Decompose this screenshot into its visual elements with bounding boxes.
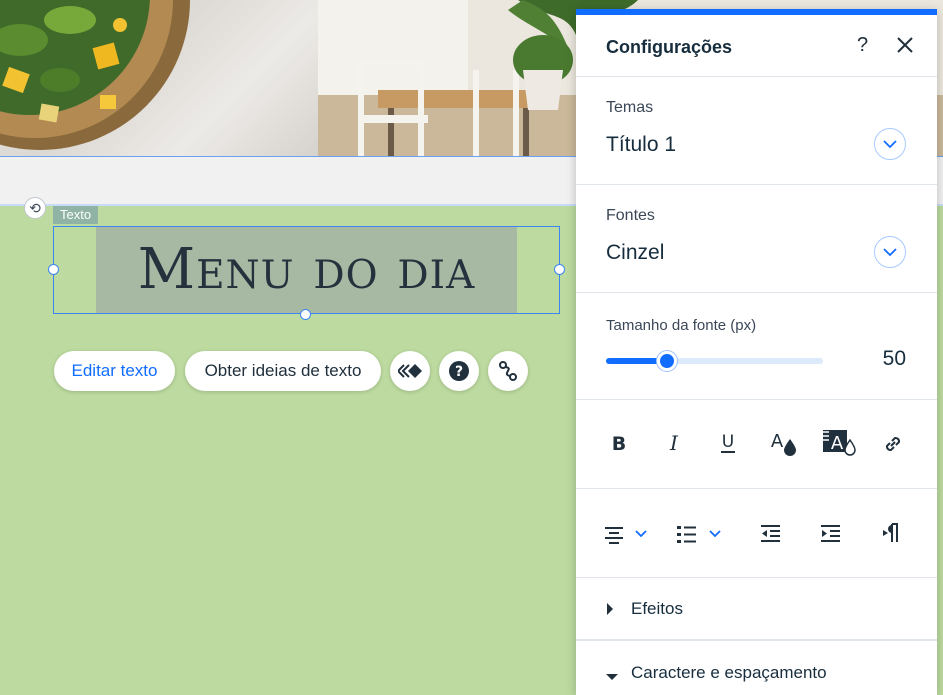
italic-icon[interactable]: I bbox=[664, 433, 684, 453]
animation-icon bbox=[398, 364, 422, 378]
increase-indent-icon[interactable] bbox=[820, 523, 842, 545]
text-direction-icon[interactable] bbox=[881, 522, 903, 544]
list-icon[interactable] bbox=[676, 523, 724, 545]
settings-panel: Configurações ? Temas Título 1 Fontes Ci… bbox=[576, 9, 937, 695]
animation-button[interactable] bbox=[390, 351, 430, 391]
panel-title: Configurações bbox=[606, 37, 733, 57]
themes-label: Temas bbox=[606, 99, 654, 116]
fonts-dropdown-value[interactable]: Cinzel bbox=[606, 241, 664, 265]
resize-handle-right[interactable] bbox=[554, 264, 565, 275]
chevron-down-icon[interactable] bbox=[874, 236, 906, 268]
highlight-color-icon[interactable]: A bbox=[821, 428, 857, 458]
link-icon[interactable] bbox=[881, 432, 905, 456]
font-size-section: Tamanho da fonte (px) 50 bbox=[576, 293, 937, 400]
underline-icon[interactable]: U bbox=[718, 432, 738, 454]
svg-text:A: A bbox=[771, 431, 784, 452]
element-type-tag: Texto bbox=[53, 206, 99, 224]
resize-handle-left[interactable] bbox=[48, 264, 59, 275]
svg-text:A: A bbox=[831, 433, 844, 454]
decrease-indent-icon[interactable] bbox=[760, 523, 782, 545]
svg-text:?: ? bbox=[455, 364, 463, 380]
chevron-down-icon[interactable] bbox=[874, 128, 906, 160]
connect-button[interactable] bbox=[488, 351, 528, 391]
font-size-slider[interactable] bbox=[606, 358, 823, 364]
rotate-icon[interactable]: ⟲ bbox=[24, 197, 46, 219]
font-size-label: Tamanho da fonte (px) bbox=[606, 317, 757, 334]
themes-section: Temas Título 1 bbox=[576, 77, 937, 185]
text-color-icon[interactable]: A bbox=[768, 430, 798, 456]
resize-handle-bottom[interactable] bbox=[300, 309, 311, 320]
panel-help-button[interactable]: ? bbox=[857, 34, 868, 57]
help-button[interactable]: ? bbox=[439, 351, 479, 391]
edit-text-button[interactable]: Editar texto bbox=[54, 351, 175, 391]
spacing-section[interactable]: Caractere e espaçamento bbox=[576, 641, 937, 695]
panel-header: Configurações ? bbox=[576, 15, 937, 77]
effects-label[interactable]: Efeitos bbox=[631, 599, 683, 619]
text-ideas-button[interactable]: Obter ideias de texto bbox=[185, 351, 381, 391]
fonts-label: Fontes bbox=[606, 207, 655, 224]
format-row: B I U A A bbox=[576, 400, 937, 489]
effects-section[interactable]: Efeitos bbox=[576, 578, 937, 641]
slider-knob[interactable] bbox=[657, 351, 677, 371]
close-icon[interactable] bbox=[895, 35, 915, 60]
alignment-row bbox=[576, 489, 937, 578]
connect-icon bbox=[499, 361, 517, 381]
spacing-label[interactable]: Caractere e espaçamento bbox=[631, 663, 827, 683]
svg-text:I: I bbox=[669, 433, 679, 453]
caret-down-icon bbox=[606, 668, 618, 686]
help-icon: ? bbox=[449, 361, 469, 381]
fonts-section: Fontes Cinzel bbox=[576, 185, 937, 293]
svg-text:U: U bbox=[722, 432, 734, 452]
align-center-icon[interactable] bbox=[604, 523, 648, 545]
font-size-value[interactable]: 50 bbox=[866, 347, 906, 371]
caret-right-icon bbox=[606, 602, 614, 620]
selection-frame bbox=[53, 226, 560, 314]
salad-image bbox=[0, 0, 318, 156]
bold-icon[interactable]: B bbox=[609, 433, 629, 453]
svg-text:B: B bbox=[612, 433, 626, 453]
themes-dropdown-value[interactable]: Título 1 bbox=[606, 133, 676, 157]
